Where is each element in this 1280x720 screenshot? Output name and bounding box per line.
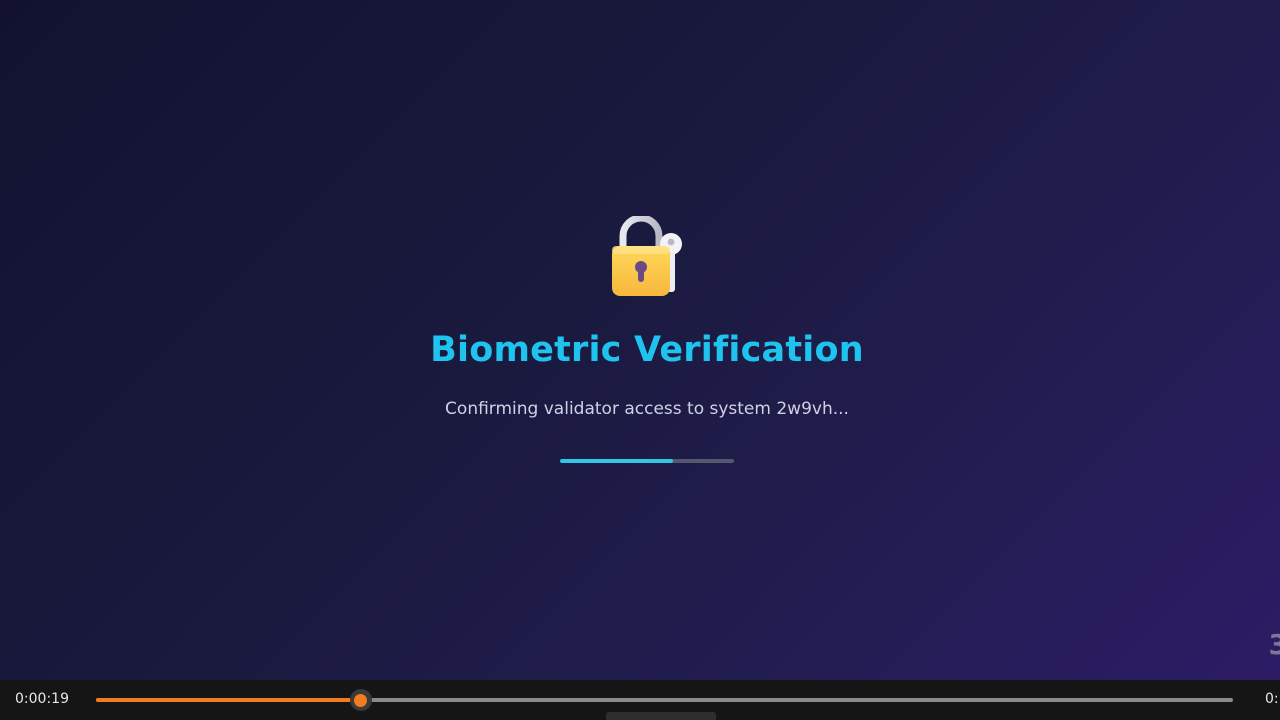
current-time: 0:00:19 [15,691,69,707]
slide-number: 3 [1268,628,1280,661]
page-title: Biometric Verification [430,330,864,370]
lock-with-key-icon [609,214,689,300]
seek-handle-dot [354,693,368,707]
video-player-controls: 0:00:19 0: [0,680,1280,720]
seek-bar[interactable] [96,689,1233,711]
verification-progress-fill [560,459,674,463]
video-frame: Biometric Verification Confirming valida… [0,0,1280,680]
status-message: Confirming validator access to system 2w… [445,399,849,419]
total-time: 0: [1265,691,1279,707]
seek-handle[interactable] [349,689,372,711]
controls-drawer-tab[interactable] [606,712,716,720]
verification-progress-bar [560,459,734,463]
verification-screen: Biometric Verification Confirming valida… [0,0,1280,680]
seek-bar-played [96,698,361,702]
